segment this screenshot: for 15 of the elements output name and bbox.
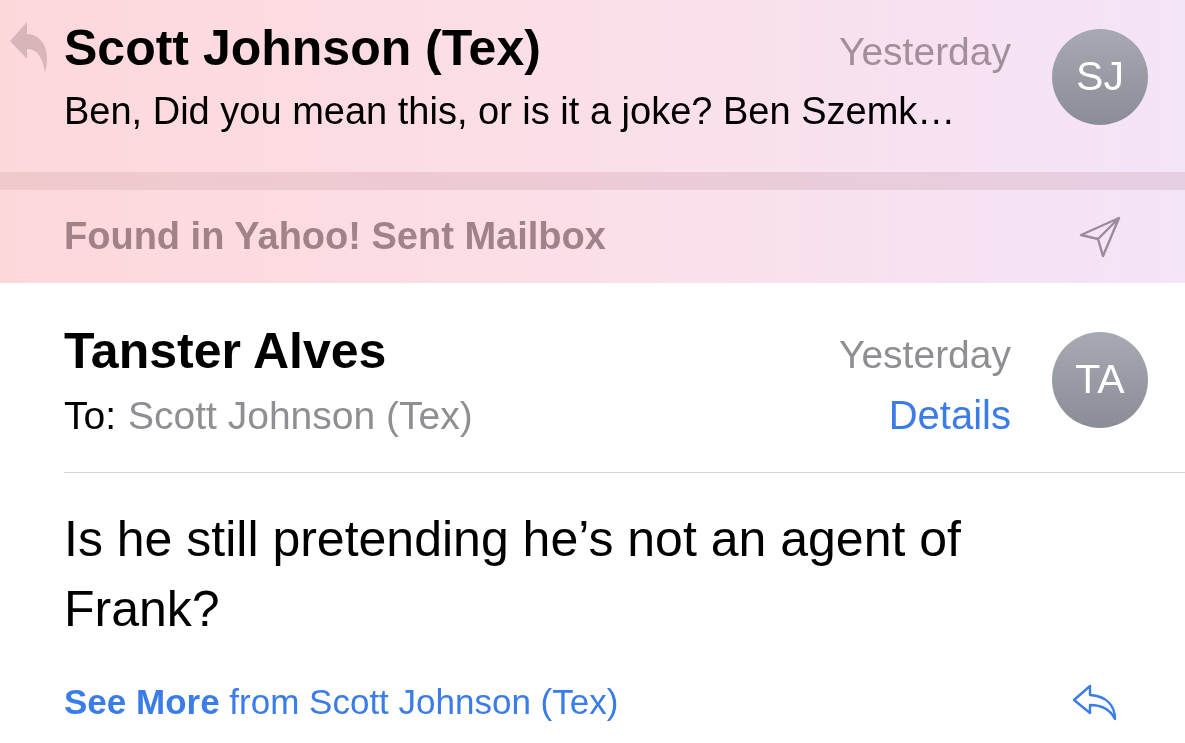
- mailbox-label: Found in Yahoo! Sent Mailbox: [64, 214, 606, 259]
- sender-avatar: TA: [1052, 332, 1148, 428]
- message-date: Yesterday: [839, 30, 1011, 74]
- message-preview: Ben, Did you mean this, or is it a joke? Ben Szemk…: [64, 89, 957, 133]
- sender-name: Scott Johnson (Tex): [64, 20, 541, 76]
- details-link[interactable]: Details: [888, 393, 1011, 437]
- sender-avatar: SJ: [1052, 29, 1148, 125]
- see-more-link[interactable]: See More from Scott Johnson (Tex): [64, 682, 619, 722]
- reply-icon[interactable]: [1072, 683, 1118, 721]
- message-date: Yesterday: [839, 333, 1011, 377]
- recipient-name: Scott Johnson (Tex): [128, 394, 473, 438]
- sender-name: Tanster Alves: [64, 323, 387, 379]
- paper-plane-icon: [1079, 215, 1121, 258]
- to-label: To:: [64, 394, 117, 438]
- message-body: Is he still pretending he’s not an agent of Frank?: [64, 510, 962, 639]
